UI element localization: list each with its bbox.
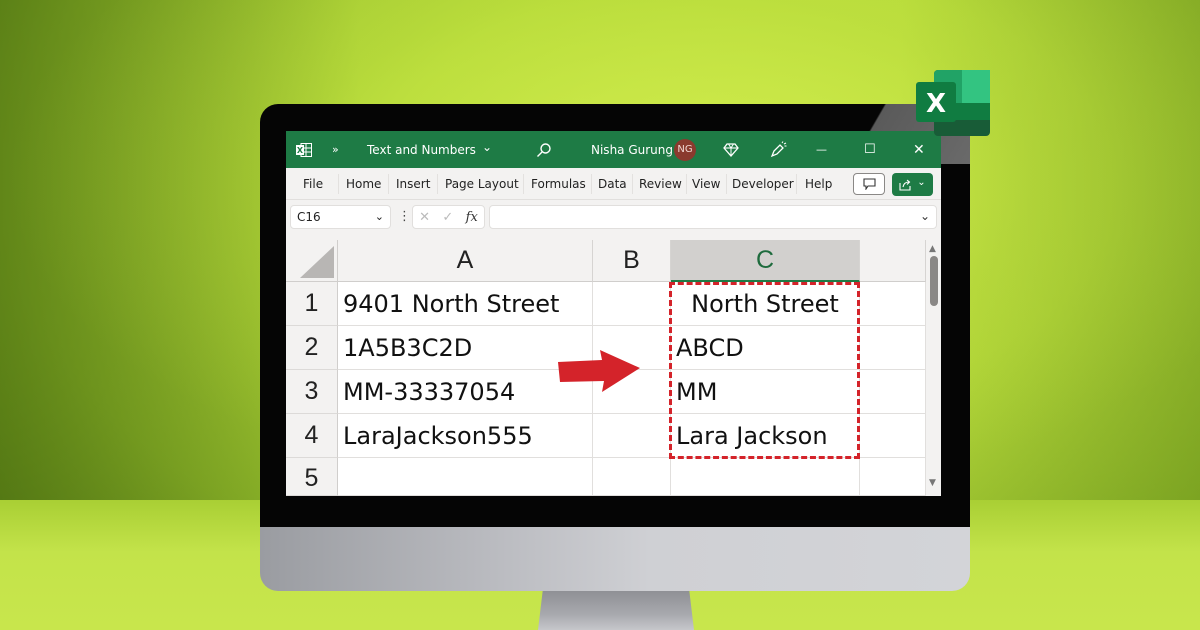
cell-c1[interactable]: North Street <box>671 282 860 326</box>
row-header[interactable]: 5 <box>286 458 338 496</box>
select-all-button[interactable] <box>286 240 338 282</box>
share-icon <box>899 179 911 191</box>
cell-c4[interactable]: Lara Jackson <box>671 414 860 458</box>
cell-d2[interactable] <box>860 326 926 370</box>
search-icon[interactable] <box>536 131 552 168</box>
ribbon-divider <box>437 174 438 194</box>
row-header[interactable]: 4 <box>286 414 338 458</box>
tab-help[interactable]: Help <box>805 168 832 200</box>
chevron-down-icon: ⌄ <box>917 176 926 188</box>
ribbon-divider <box>632 174 633 194</box>
cell-a4[interactable]: LaraJackson555 <box>338 414 593 458</box>
monitor-stand <box>538 591 694 630</box>
name-box[interactable]: C16 ⌄ <box>290 205 391 229</box>
avatar-initials: NG <box>674 138 696 161</box>
comments-button[interactable] <box>853 173 885 195</box>
comment-icon <box>862 178 876 190</box>
cell-d1[interactable] <box>860 282 926 326</box>
quick-access-more-button[interactable]: » <box>332 131 339 168</box>
row-header[interactable]: 2 <box>286 326 338 370</box>
file-title: Text and Numbers <box>367 142 476 157</box>
tab-page-layout[interactable]: Page Layout <box>445 168 519 200</box>
cell-a2[interactable]: 1A5B3C2D <box>338 326 593 370</box>
tab-home[interactable]: Home <box>346 168 381 200</box>
share-button[interactable]: ⌄ <box>892 173 933 196</box>
tab-review[interactable]: Review <box>639 168 682 200</box>
scroll-up-icon[interactable]: ▲ <box>929 244 936 254</box>
avatar[interactable]: NG <box>674 131 696 168</box>
formula-bar: C16 ⌄ ⋮ ✕ ✓ fx ⌄ <box>286 200 941 236</box>
ribbon-divider <box>591 174 592 194</box>
excel-logo-badge: X <box>916 70 990 136</box>
svg-text:X: X <box>297 146 304 155</box>
cell-d3[interactable] <box>860 370 926 414</box>
chevron-down-icon: ⌄ <box>374 210 384 223</box>
minimize-button[interactable]: — <box>816 131 827 168</box>
formula-input[interactable]: ⌄ <box>489 205 937 229</box>
name-box-value: C16 <box>297 210 321 224</box>
ribbon-divider <box>796 174 797 194</box>
tab-developer[interactable]: Developer <box>732 168 794 200</box>
title-bar: X » Text and Numbers ⌄ Nisha Gurung NG —… <box>286 131 941 168</box>
row-header[interactable]: 1 <box>286 282 338 326</box>
cell-a1[interactable]: 9401 North Street <box>338 282 593 326</box>
column-header-b[interactable]: B <box>593 240 671 282</box>
monitor-chin <box>260 527 970 591</box>
maximize-button[interactable]: ☐ <box>864 131 876 168</box>
designer-pen-icon[interactable] <box>769 131 787 168</box>
expand-formula-bar-icon[interactable]: ⌄ <box>920 209 930 223</box>
tab-data[interactable]: Data <box>598 168 627 200</box>
cell-b1[interactable] <box>593 282 671 326</box>
ribbon-divider <box>686 174 687 194</box>
tab-view[interactable]: View <box>692 168 720 200</box>
row-header[interactable]: 3 <box>286 370 338 414</box>
cell-d5[interactable] <box>860 458 926 496</box>
tab-file[interactable]: File <box>303 168 323 200</box>
cell-c2[interactable]: ABCD <box>671 326 860 370</box>
vertical-scrollbar[interactable]: ▲ ▼ <box>926 240 941 496</box>
tab-insert[interactable]: Insert <box>396 168 430 200</box>
excel-app-icon[interactable]: X <box>296 131 312 168</box>
enter-icon[interactable]: ✓ <box>442 210 453 225</box>
cell-a5[interactable] <box>338 458 593 496</box>
tab-formulas[interactable]: Formulas <box>531 168 586 200</box>
cell-c3[interactable]: MM <box>671 370 860 414</box>
file-title-button[interactable]: Text and Numbers ⌄ <box>367 131 492 168</box>
ribbon-divider <box>726 174 727 194</box>
formula-actions: ✕ ✓ fx <box>412 205 485 229</box>
cancel-icon[interactable]: ✕ <box>419 210 430 225</box>
user-name: Nisha Gurung <box>591 142 674 157</box>
excel-logo-letter: X <box>926 89 946 119</box>
chevron-down-icon: ⌄ <box>481 139 492 154</box>
scroll-down-icon[interactable]: ▼ <box>929 478 936 488</box>
more-options-icon[interactable]: ⋮ <box>398 209 411 224</box>
excel-window: X » Text and Numbers ⌄ Nisha Gurung NG —… <box>286 131 941 496</box>
column-header-a[interactable]: A <box>338 240 593 282</box>
column-header-c[interactable]: C <box>671 240 860 282</box>
ribbon-divider <box>523 174 524 194</box>
ribbon-tabs: File Home Insert Page Layout Formulas Da… <box>286 168 941 200</box>
cell-d4[interactable] <box>860 414 926 458</box>
scrollbar-thumb[interactable] <box>930 256 938 306</box>
insert-function-button[interactable]: fx <box>466 210 478 225</box>
red-arrow-icon <box>558 350 640 392</box>
cell-c5[interactable] <box>671 458 860 496</box>
diamond-icon[interactable] <box>723 131 739 168</box>
cell-b5[interactable] <box>593 458 671 496</box>
column-header-d[interactable] <box>860 240 926 282</box>
ribbon-divider <box>388 174 389 194</box>
cell-b4[interactable] <box>593 414 671 458</box>
ribbon-divider <box>338 174 339 194</box>
cell-a3[interactable]: MM-33337054 <box>338 370 593 414</box>
